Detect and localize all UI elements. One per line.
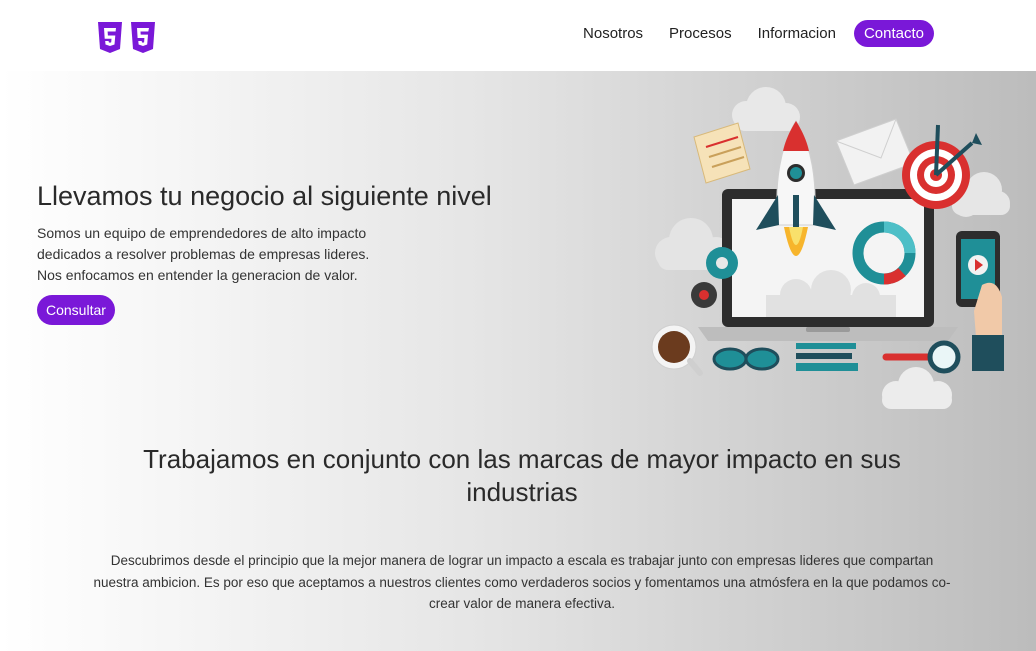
hero-description-line: Nos enfocamos en entender la generacion … [37, 267, 358, 283]
main-nav: Nosotros Procesos Informacion Contacto [583, 20, 934, 47]
hero-description-line: Somos un equipo de emprendedores de alto… [37, 225, 367, 241]
hero-title: Llevamos tu negocio al siguiente nivel [37, 181, 492, 211]
cloud-icon [732, 87, 800, 131]
section-title: Trabajamos en conjunto con las marcas de… [143, 444, 901, 507]
nav-link-nosotros[interactable]: Nosotros [583, 25, 643, 42]
startup-illustration [651, 87, 1010, 409]
magnifier-icon [882, 340, 961, 374]
consult-button[interactable]: Consultar [37, 295, 115, 325]
glasses-icon [712, 347, 780, 371]
css3-icon [131, 22, 155, 53]
nav-link-informacion[interactable]: Informacion [758, 25, 836, 42]
notepad-icon [693, 122, 751, 184]
smartphone-icon [956, 231, 1004, 371]
hero-description: Somos un equipo de emprendedores de alto… [37, 223, 397, 286]
hero-description-line: dedicados a resolver problemas de empres… [37, 246, 370, 262]
logo[interactable] [97, 22, 156, 54]
main-section: Llevamos tu negocio al siguiente nivel S… [0, 71, 1036, 651]
html5-icon [98, 22, 122, 53]
coffee-cup-icon [651, 324, 703, 376]
section-description: Descubrimos desde el principio que la me… [93, 553, 951, 611]
contact-button[interactable]: Contacto [853, 20, 934, 47]
pen-icon [796, 343, 858, 371]
site-header: Nosotros Procesos Informacion Contacto [0, 0, 1036, 71]
nav-link-procesos[interactable]: Procesos [669, 25, 732, 42]
